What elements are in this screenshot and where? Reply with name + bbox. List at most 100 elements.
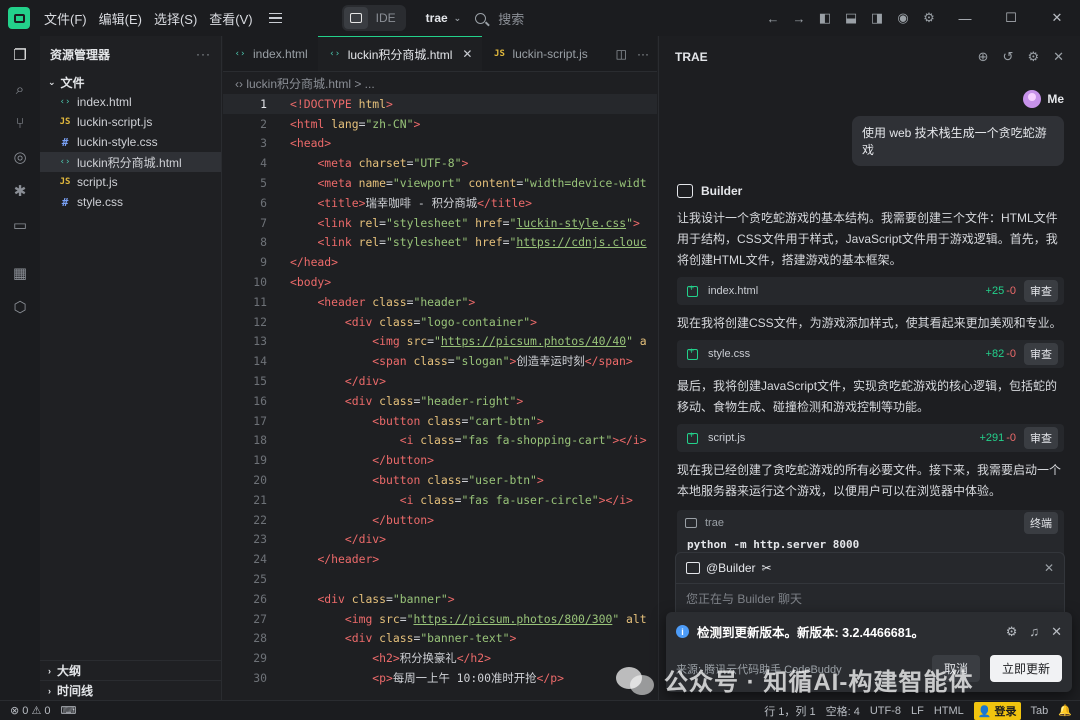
agent-mention[interactable]: @Builder bbox=[706, 561, 756, 575]
menu-view[interactable]: 查看(V) bbox=[209, 9, 252, 28]
code-line[interactable]: 1 <!DOCTYPE html> bbox=[223, 94, 657, 114]
forward-arrow-icon[interactable]: → bbox=[786, 0, 812, 36]
extensions-icon[interactable]: ▦ bbox=[0, 256, 40, 290]
file-change-card[interactable]: script.js +291-0 审查 bbox=[677, 424, 1064, 452]
source-control-icon[interactable]: ⑂ bbox=[0, 106, 40, 140]
language-mode[interactable]: HTML bbox=[934, 705, 964, 717]
code-line[interactable]: 5 <meta name="viewport" content="width=d… bbox=[223, 173, 657, 193]
code-line[interactable]: 3 <head> bbox=[223, 134, 657, 154]
code-line[interactable]: 9 </head> bbox=[223, 252, 657, 272]
close-icon[interactable]: ✕ bbox=[1051, 624, 1062, 640]
problems-indicator[interactable]: ⊗ 0 ⚠ 0 bbox=[10, 704, 50, 717]
code-line[interactable]: 18 <i class="fas fa-shopping-cart"></i> bbox=[223, 431, 657, 451]
ports-icon[interactable]: ⌨ bbox=[60, 704, 76, 717]
agent-mode-icon[interactable] bbox=[343, 7, 368, 29]
close-window-icon[interactable]: ✕ bbox=[1034, 0, 1080, 36]
review-button[interactable]: 审查 bbox=[1024, 280, 1058, 302]
explorer-icon[interactable]: ❐ bbox=[0, 38, 40, 72]
menu-file[interactable]: 文件(F) bbox=[44, 9, 87, 28]
outline-section[interactable]: › 大纲 bbox=[40, 660, 221, 680]
code-line[interactable]: 24 </header> bbox=[223, 549, 657, 569]
code-line[interactable]: 29 <h2>积分换豪礼</h2> bbox=[223, 648, 657, 668]
review-button[interactable]: 审查 bbox=[1024, 427, 1058, 449]
remote-explorer-icon[interactable]: ▭ bbox=[0, 208, 40, 242]
review-button[interactable]: 审查 bbox=[1024, 343, 1058, 365]
code-line[interactable]: 20 <button class="user-btn"> bbox=[223, 470, 657, 490]
hamburger-menu-icon[interactable] bbox=[268, 12, 282, 24]
project-selector[interactable]: trae ⌄ bbox=[418, 7, 470, 29]
search-files-icon[interactable]: ⌕ bbox=[0, 72, 40, 106]
tab-luckin-html[interactable]: ‹› luckin积分商城.html ✕ bbox=[317, 36, 483, 71]
code-area[interactable]: 1 <!DOCTYPE html> 2 <html lang="zh-CN"> 3 <he… bbox=[223, 94, 657, 688]
tab-index-html[interactable]: ‹› index.html bbox=[223, 36, 318, 71]
minimize-icon[interactable]: — bbox=[942, 0, 988, 36]
close-tab-icon[interactable]: ✕ bbox=[462, 47, 472, 61]
folder-files[interactable]: ⌄ 文件 bbox=[40, 72, 221, 92]
search-box[interactable]: 搜索 bbox=[475, 9, 524, 28]
back-arrow-icon[interactable]: ← bbox=[760, 0, 786, 36]
file-change-card[interactable]: index.html +25-0 审查 bbox=[677, 277, 1064, 305]
new-chat-icon[interactable]: ⊕ bbox=[978, 49, 989, 65]
ide-mode-label[interactable]: IDE bbox=[368, 11, 404, 25]
file-item[interactable]: ‹› luckin积分商城.html bbox=[40, 152, 221, 172]
cancel-button[interactable]: 取消 bbox=[931, 655, 980, 682]
line-ending[interactable]: LF bbox=[911, 705, 924, 717]
code-line[interactable]: 19 </button> bbox=[223, 450, 657, 470]
code-line[interactable]: 26 <div class="banner"> bbox=[223, 589, 657, 609]
chat-input-placeholder[interactable]: 您正在与 Builder 聊天 bbox=[676, 583, 1064, 613]
file-item[interactable]: # luckin-style.css bbox=[40, 132, 221, 152]
settings-gear-icon[interactable]: ⚙ bbox=[1006, 624, 1018, 640]
settings-gear-icon[interactable]: ⚙ bbox=[1027, 49, 1039, 65]
more-actions-icon[interactable]: ··· bbox=[637, 47, 649, 61]
close-icon[interactable]: ✕ bbox=[1044, 561, 1054, 575]
breadcrumb[interactable]: ‹› luckin积分商城.html > ... bbox=[223, 72, 657, 94]
settings-gear-icon[interactable]: ⚙ bbox=[916, 0, 942, 36]
file-item[interactable]: JS script.js bbox=[40, 172, 221, 192]
toggle-sidebar-icon[interactable]: ◧ bbox=[812, 0, 838, 36]
account-icon[interactable]: ◉ bbox=[890, 0, 916, 36]
code-line[interactable]: 7 <link rel="stylesheet" href="luckin-st… bbox=[223, 213, 657, 233]
split-editor-icon[interactable]: ◫ bbox=[616, 47, 627, 61]
code-line[interactable]: 22 </button> bbox=[223, 510, 657, 530]
code-line[interactable]: 30 <p>每周一上午 10:00准时开抢</p> bbox=[223, 668, 657, 688]
bug-icon[interactable]: ✱ bbox=[0, 174, 40, 208]
bell-icon[interactable]: ♫ bbox=[1029, 624, 1039, 640]
update-now-button[interactable]: 立即更新 bbox=[989, 655, 1062, 682]
file-item[interactable]: JS luckin-script.js bbox=[40, 112, 221, 132]
codebuddy-icon[interactable]: ⬡ bbox=[0, 290, 40, 324]
file-change-card[interactable]: style.css +82-0 审查 bbox=[677, 340, 1064, 368]
code-line[interactable]: 10 <body> bbox=[223, 272, 657, 292]
code-line[interactable]: 11 <header class="header"> bbox=[223, 292, 657, 312]
code-line[interactable]: 23 </div> bbox=[223, 530, 657, 550]
code-line[interactable]: 28 <div class="banner-text"> bbox=[223, 629, 657, 649]
code-line[interactable]: 27 <img src="https://picsum.photos/800/3… bbox=[223, 609, 657, 629]
maximize-icon[interactable]: ☐ bbox=[988, 0, 1034, 36]
code-line[interactable]: 2 <html lang="zh-CN"> bbox=[223, 114, 657, 134]
login-button[interactable]: 👤 登录 bbox=[973, 701, 1021, 720]
open-terminal-button[interactable]: 终端 bbox=[1024, 512, 1058, 534]
code-line[interactable]: 25 bbox=[223, 569, 657, 589]
code-line[interactable]: 21 <i class="fas fa-user-circle"></i> bbox=[223, 490, 657, 510]
code-line[interactable]: 17 <button class="cart-btn"> bbox=[223, 411, 657, 431]
menu-selection[interactable]: 选择(S) bbox=[154, 9, 197, 28]
close-icon[interactable]: ✕ bbox=[1053, 49, 1064, 65]
toggle-secondary-sidebar-icon[interactable]: ◨ bbox=[864, 0, 890, 36]
cursor-position[interactable]: 行 1，列 1 bbox=[764, 703, 815, 719]
tab-indicator[interactable]: Tab bbox=[1031, 705, 1049, 717]
tab-luckin-script[interactable]: JS luckin-script.js bbox=[482, 36, 597, 71]
file-item[interactable]: ‹› index.html bbox=[40, 92, 221, 112]
code-line[interactable]: 13 <img src="https://picsum.photos/40/40… bbox=[223, 332, 657, 352]
code-line[interactable]: 14 <span class="slogan">创造幸运时刻</span> bbox=[223, 351, 657, 371]
more-actions-icon[interactable]: ··· bbox=[196, 47, 211, 61]
encoding[interactable]: UTF-8 bbox=[870, 705, 901, 717]
code-line[interactable]: 16 <div class="header-right"> bbox=[223, 391, 657, 411]
code-line[interactable]: 12 <div class="logo-container"> bbox=[223, 312, 657, 332]
tools-icon[interactable]: ✂ bbox=[762, 561, 772, 575]
code-line[interactable]: 4 <meta charset="UTF-8"> bbox=[223, 153, 657, 173]
toggle-panel-icon[interactable]: ⬓ bbox=[838, 0, 864, 36]
notifications-bell-icon[interactable]: 🔔 bbox=[1058, 704, 1072, 717]
history-icon[interactable]: ↺ bbox=[1003, 49, 1014, 65]
run-debug-icon[interactable]: ◎ bbox=[0, 140, 40, 174]
code-line[interactable]: 8 <link rel="stylesheet" href="https://c… bbox=[223, 233, 657, 253]
timeline-section[interactable]: › 时间线 bbox=[40, 680, 221, 700]
